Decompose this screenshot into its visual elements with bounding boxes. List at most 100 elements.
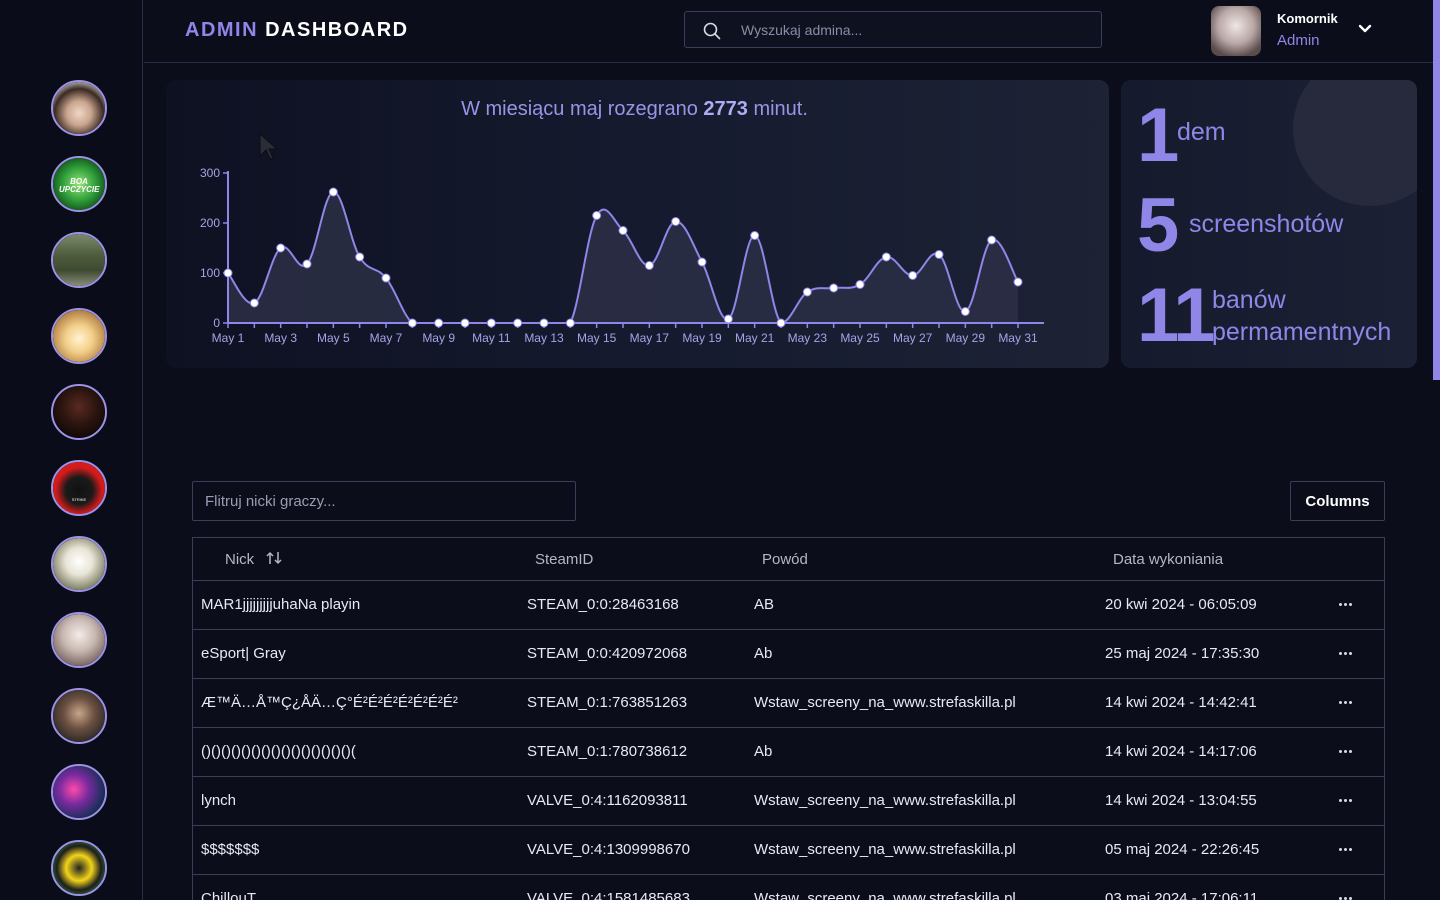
chart-x-tick-label: May 9 xyxy=(422,331,455,345)
column-header-nick-label: Nick xyxy=(225,551,255,568)
chart-data-point[interactable] xyxy=(1013,277,1023,287)
column-header-steamid[interactable]: SteamID xyxy=(535,551,593,568)
cell-date: 14 kwi 2024 - 14:17:06 xyxy=(1105,743,1257,760)
row-actions-icon[interactable] xyxy=(1333,837,1357,861)
chart-x-tick-label: May 11 xyxy=(472,331,511,345)
chart-data-point[interactable] xyxy=(302,259,312,269)
avatar-6-text: STRIKE xyxy=(71,497,87,502)
chart-data-point[interactable] xyxy=(855,280,865,289)
cell-steamid: VALVE_0:4:1309998670 xyxy=(527,841,690,858)
chart-data-point[interactable] xyxy=(407,318,417,328)
chart-data-point[interactable] xyxy=(276,243,286,253)
chart-x-tick-label: May 23 xyxy=(788,331,828,345)
sidebar-avatar-1[interactable] xyxy=(51,80,107,136)
chart-data-point[interactable] xyxy=(223,268,233,278)
columns-button[interactable]: Columns xyxy=(1290,481,1385,521)
sidebar-avatar-4[interactable] xyxy=(51,308,107,364)
chart-x-tick-label: May 19 xyxy=(682,331,722,345)
search-input[interactable] xyxy=(741,12,1081,47)
table-header: Nick SteamID Powód Data wykoniania xyxy=(193,538,1384,581)
user-avatar[interactable] xyxy=(1211,6,1261,56)
nick-filter-box[interactable] xyxy=(192,481,576,521)
chart-x-tick-label: May 15 xyxy=(577,331,617,345)
cell-reason: Wstaw_screeny_na_www.strefaskilla.pl xyxy=(754,841,1016,858)
chart-data-point[interactable] xyxy=(934,250,944,259)
row-actions-icon[interactable] xyxy=(1333,788,1357,812)
user-role: Admin xyxy=(1277,32,1320,49)
chart-data-point[interactable] xyxy=(381,273,391,283)
chart-x-tick-label: May 7 xyxy=(370,331,403,345)
chart-data-point[interactable] xyxy=(987,235,997,245)
chart-data-point[interactable] xyxy=(881,252,891,262)
chart-data-point[interactable] xyxy=(960,307,970,316)
sidebar-avatar-9[interactable] xyxy=(51,688,107,744)
row-actions-icon[interactable] xyxy=(1333,641,1357,665)
row-actions-icon[interactable] xyxy=(1333,739,1357,763)
column-header-reason[interactable]: Powód xyxy=(762,551,808,568)
chevron-down-icon[interactable] xyxy=(1358,22,1372,41)
column-header-date[interactable]: Data wykoniania xyxy=(1113,551,1223,568)
chart-data-point[interactable] xyxy=(750,231,760,240)
row-actions-icon[interactable] xyxy=(1333,690,1357,714)
sidebar-avatar-5[interactable] xyxy=(51,384,107,440)
chart-data-point[interactable] xyxy=(723,314,733,324)
stat-demos-value: 1 xyxy=(1137,93,1179,178)
cell-date: 20 kwi 2024 - 06:05:09 xyxy=(1105,596,1257,613)
chart-data-point[interactable] xyxy=(539,318,549,328)
chart-data-point[interactable] xyxy=(802,287,812,297)
table-row[interactable]: ChillouT VALVE_0:4:1581485683 Wstaw_screen… xyxy=(193,875,1384,900)
table-row[interactable]: Æ™Ä…Å™Ç¿ÅÄ…Ç°É²É²É²É²É²É²É² STEAM_0:1:763… xyxy=(193,679,1384,728)
table-row[interactable]: lynch VALVE_0:4:1162093811 Wstaw_screeny_n… xyxy=(193,777,1384,826)
chart-data-point[interactable] xyxy=(328,187,338,197)
cell-nick: eSport| Gray xyxy=(201,645,286,662)
sort-icon[interactable] xyxy=(266,551,282,569)
sidebar-avatar-7[interactable] xyxy=(51,536,107,592)
chart-data-point[interactable] xyxy=(644,261,654,270)
row-actions-icon[interactable] xyxy=(1333,592,1357,616)
sidebar-avatar-8[interactable] xyxy=(51,612,107,668)
sidebar-avatar-3[interactable] xyxy=(51,232,107,288)
chart-data-point[interactable] xyxy=(434,318,444,328)
table-row[interactable]: $$$$$$$ VALVE_0:4:1309998670 Wstaw_screeny… xyxy=(193,826,1384,875)
chart-data-point[interactable] xyxy=(249,298,259,308)
cell-date: 25 maj 2024 - 17:35:30 xyxy=(1105,645,1260,662)
search-box[interactable] xyxy=(684,11,1102,48)
cell-nick: lynch xyxy=(201,792,237,809)
chart-x-tick-label: May 5 xyxy=(317,331,350,345)
chart-data-point[interactable] xyxy=(460,318,470,328)
chart-data-point[interactable] xyxy=(908,271,918,280)
nick-filter-input[interactable] xyxy=(193,482,575,520)
table-row[interactable]: MAR1jjjjjjjjjuhaNa playin STEAM_0:0:28463… xyxy=(193,581,1384,630)
chart-y-tick-label: 0 xyxy=(213,316,220,330)
chart-x-tick-label: May 1 xyxy=(212,331,245,345)
stat-bans-label-1: banów xyxy=(1212,286,1286,314)
stat-bans-label-2: permamentnych xyxy=(1212,318,1392,346)
chart-data-point[interactable] xyxy=(618,226,628,235)
cell-nick: Æ™Ä…Å™Ç¿ÅÄ…Ç°É²É²É²É²É²É²É² xyxy=(201,694,458,711)
chart-x-tick-label: May 27 xyxy=(893,331,933,345)
chart-data-point[interactable] xyxy=(355,252,365,262)
chart-data-point[interactable] xyxy=(697,257,707,267)
chart-data-point[interactable] xyxy=(513,318,523,328)
mouse-cursor-icon xyxy=(259,132,279,160)
scrollbar-thumb[interactable] xyxy=(1433,0,1440,380)
sidebar-avatar-10[interactable] xyxy=(51,764,107,820)
cell-date: 14 kwi 2024 - 13:04:55 xyxy=(1105,792,1257,809)
chart-data-point[interactable] xyxy=(486,318,496,328)
column-header-nick[interactable]: Nick xyxy=(225,551,282,569)
sidebar-avatar-6[interactable]: STRIKE xyxy=(51,460,107,516)
cell-steamid: STEAM_0:0:420972068 xyxy=(527,645,688,662)
chart-data-point[interactable] xyxy=(592,211,602,220)
row-actions-icon[interactable] xyxy=(1333,886,1357,900)
chart-data-point[interactable] xyxy=(829,283,839,293)
sidebar-avatar-2[interactable]: BOA UPCZYCIE xyxy=(51,156,107,212)
chart-data-point[interactable] xyxy=(671,217,681,226)
table-row[interactable]: ()()()()()()()()()()()()()()()(STEAM_0:1… xyxy=(193,728,1384,777)
chart-data-point[interactable] xyxy=(565,318,575,328)
chart-x-tick-label: May 31 xyxy=(998,331,1038,345)
sidebar-avatar-11[interactable] xyxy=(51,840,107,896)
cell-reason: Wstaw_screeny_na_www.strefaskilla.pl xyxy=(754,792,1016,809)
chart-data-point[interactable] xyxy=(776,318,786,328)
page-scrollbar[interactable] xyxy=(1433,0,1440,900)
table-row[interactable]: eSport| Gray STEAM_0:0:420972068 Ab 25 maj … xyxy=(193,630,1384,679)
